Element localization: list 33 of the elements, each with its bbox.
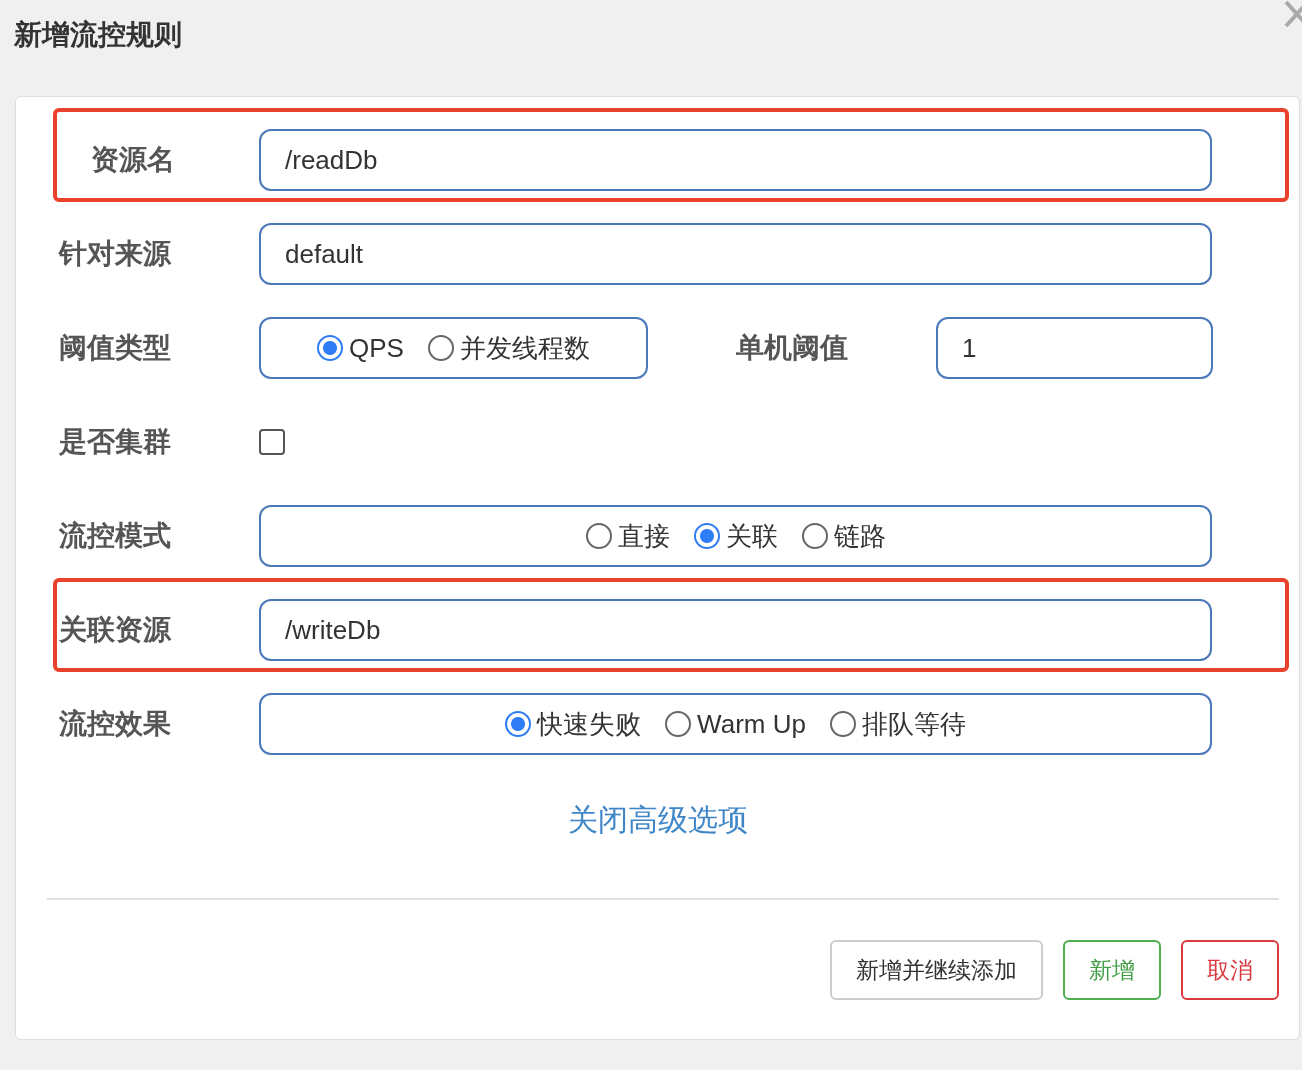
radio-label: QPS (349, 331, 404, 365)
field-label: 流控模式 (59, 519, 172, 553)
input-field[interactable]: default (259, 223, 1212, 285)
input-field[interactable]: /readDb (259, 129, 1212, 191)
dialog-title: 新增流控规则 (14, 19, 182, 50)
radio-button[interactable] (427, 335, 454, 361)
radio-button[interactable] (505, 711, 532, 737)
radio-button[interactable] (585, 523, 612, 549)
advanced-toggle-link[interactable]: 关闭高级选项 (567, 803, 748, 836)
dialog-button[interactable]: 取消 (1181, 940, 1279, 1000)
radio-button[interactable] (693, 523, 720, 549)
checkbox[interactable] (259, 429, 285, 455)
radio-button[interactable] (665, 711, 692, 737)
field-label: 关联资源 (59, 613, 172, 647)
radio-button[interactable] (317, 335, 344, 361)
field-label: 针对来源 (59, 237, 172, 271)
radio-button[interactable] (829, 711, 856, 737)
radio-label: 直接 (617, 519, 670, 553)
field-label: 资源名 (90, 143, 176, 177)
radio-button[interactable] (801, 523, 828, 549)
radio-label: 排队等待 (861, 707, 966, 741)
radio-label: 链路 (833, 519, 886, 553)
radio-label: Warm Up (697, 707, 806, 741)
radio-label: 并发线程数 (459, 331, 590, 365)
input-field[interactable]: /writeDb (259, 599, 1212, 661)
dialog-button[interactable]: 新增并继续添加 (830, 940, 1043, 1000)
field-label: 流控效果 (59, 707, 172, 741)
field-label: 单机阈值 (735, 331, 849, 365)
field-label: 是否集群 (59, 425, 172, 459)
field-label: 阈值类型 (59, 331, 172, 365)
radio-label: 快速失败 (537, 707, 642, 741)
radio-label: 关联 (725, 519, 778, 553)
input-field[interactable]: 1 (936, 317, 1213, 379)
